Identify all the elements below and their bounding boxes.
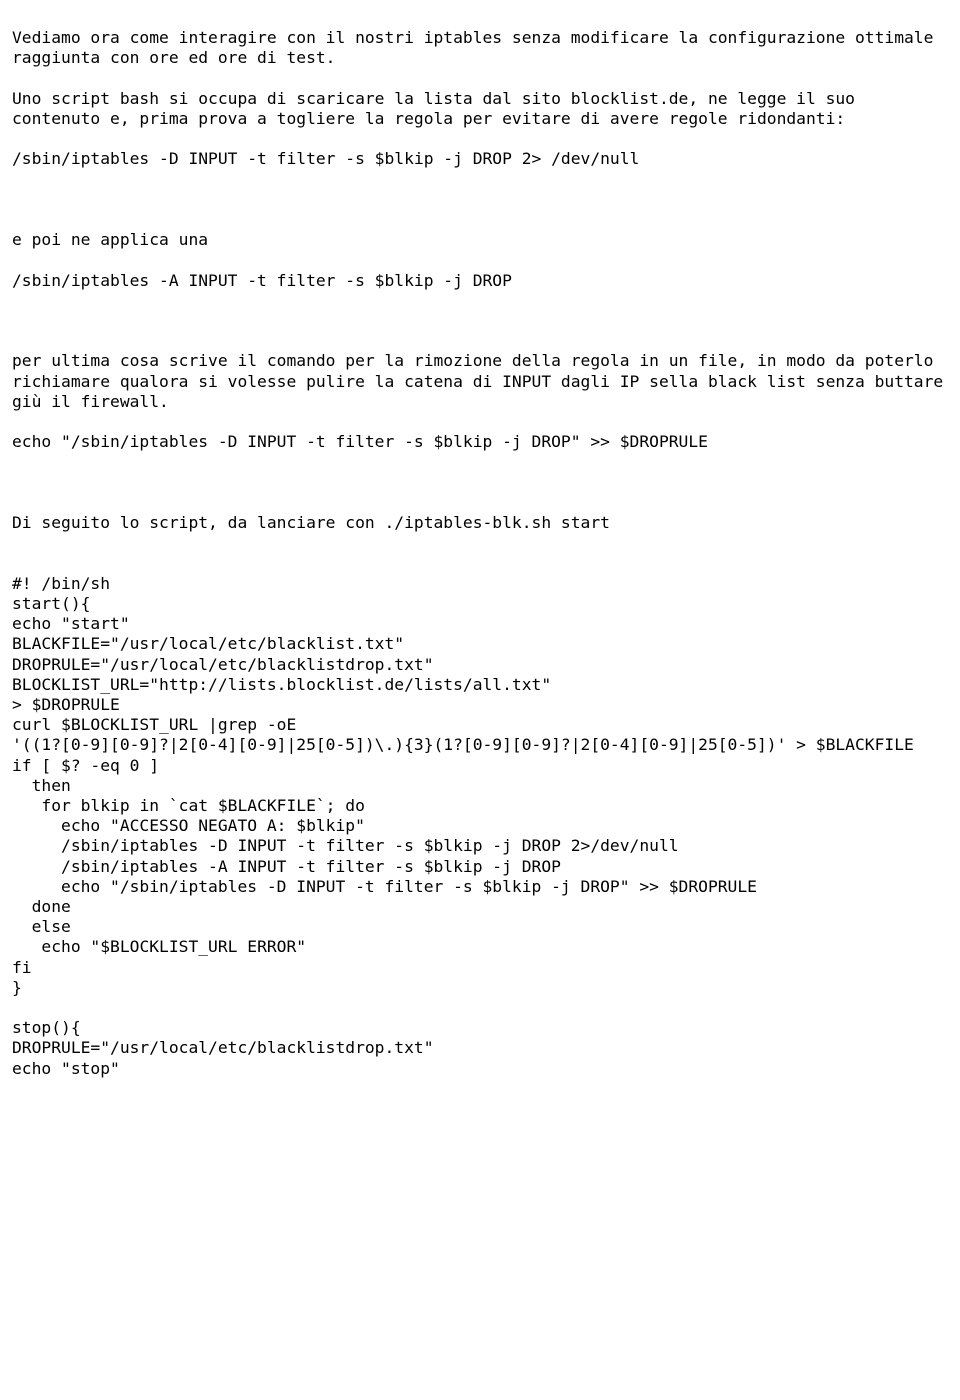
code-line: fi [12, 958, 32, 977]
code-line: #! /bin/sh [12, 574, 110, 593]
code-line: echo "/sbin/iptables -D INPUT -t filter … [12, 432, 708, 451]
paragraph: Di seguito lo script, da lanciare con ./… [12, 513, 610, 532]
code-line: then [12, 776, 71, 795]
code-line: echo "start" [12, 614, 130, 633]
code-line: echo "stop" [12, 1059, 120, 1078]
code-line: /sbin/iptables -D INPUT -t filter -s $bl… [12, 836, 679, 855]
paragraph: per ultima cosa scrive il comando per la… [12, 351, 953, 410]
code-line: BLOCKLIST_URL="http://lists.blocklist.de… [12, 675, 551, 694]
code-line: echo "/sbin/iptables -D INPUT -t filter … [12, 877, 757, 896]
code-line: DROPRULE="/usr/local/etc/blacklistdrop.t… [12, 1038, 434, 1057]
code-line: BLACKFILE="/usr/local/etc/blacklist.txt" [12, 634, 404, 653]
code-line: DROPRULE="/usr/local/etc/blacklistdrop.t… [12, 655, 434, 674]
paragraph: Uno script bash si occupa di scaricare l… [12, 89, 865, 128]
code-line: /sbin/iptables -D INPUT -t filter -s $bl… [12, 149, 639, 168]
paragraph: Vediamo ora come interagire con il nostr… [12, 28, 943, 67]
code-line: } [12, 978, 22, 997]
code-line: echo "$BLOCKLIST_URL ERROR" [12, 937, 306, 956]
code-line: curl $BLOCKLIST_URL |grep -oE [12, 715, 296, 734]
code-line: /sbin/iptables -A INPUT -t filter -s $bl… [12, 857, 561, 876]
code-line: start(){ [12, 594, 90, 613]
code-line: for blkip in `cat $BLACKFILE`; do [12, 796, 365, 815]
code-line: if [ $? -eq 0 ] [12, 756, 159, 775]
code-line: '((1?[0-9][0-9]?|2[0-4][0-9]|25[0-5])\.)… [12, 735, 914, 754]
code-line: else [12, 917, 71, 936]
code-line: stop(){ [12, 1018, 81, 1037]
code-line: done [12, 897, 71, 916]
code-line: echo "ACCESSO NEGATO A: $blkip" [12, 816, 365, 835]
code-line: > $DROPRULE [12, 695, 120, 714]
code-line: /sbin/iptables -A INPUT -t filter -s $bl… [12, 271, 512, 290]
paragraph: e poi ne applica una [12, 230, 208, 249]
